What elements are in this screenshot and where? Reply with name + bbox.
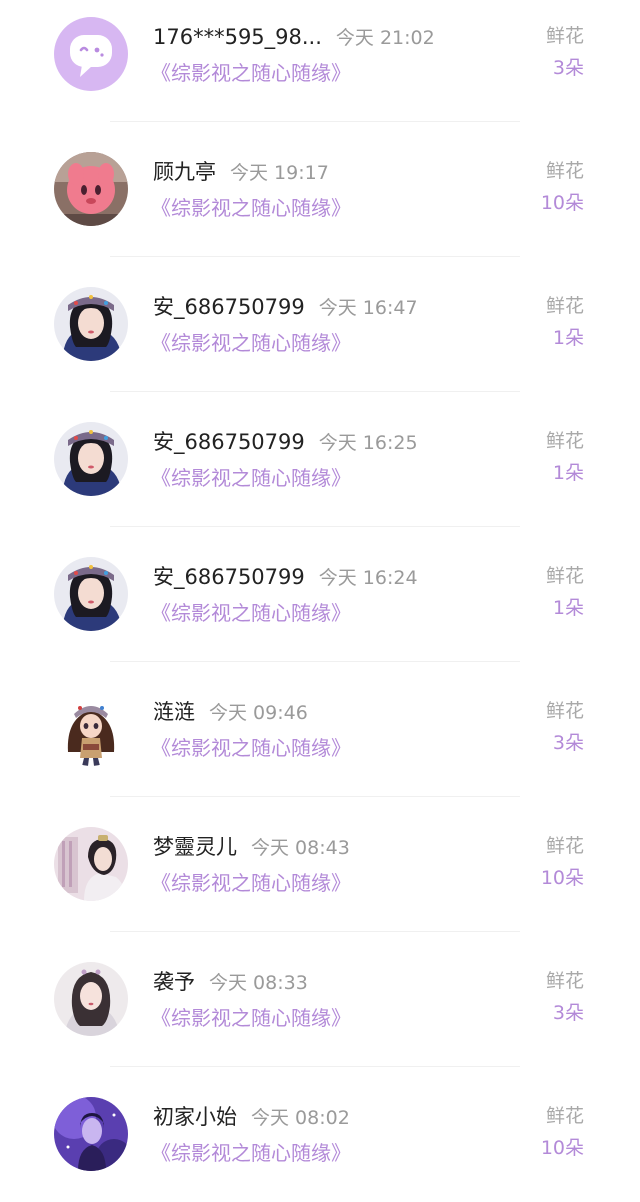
timestamp: 今天 08:02 [251,1107,350,1129]
user-name: 安_686750799 [153,565,305,589]
user-name: 顾九亭 [153,160,216,184]
list-item[interactable]: 梦靈灵儿 今天 08:43 《综影视之随心随缘》 鲜花 10朵 [0,797,640,932]
work-title-link[interactable]: 《综影视之随心随缘》 [151,1139,351,1167]
timestamp: 今天 21:02 [335,27,435,49]
list-item[interactable]: 176***595_98... 今天 21:02 《综影视之随心随缘》 鲜花 3朵 [0,0,640,122]
list-item[interactable]: 安_686750799 今天 16:25 《综影视之随心随缘》 鲜花 1朵 [0,392,640,527]
user-name: 袭予 [153,970,195,994]
timestamp: 今天 16:25 [318,432,418,454]
user-name: 安_686750799 [153,295,305,319]
pink-plush-photo[interactable] [54,152,128,226]
gift-type-label: 鲜花 [545,970,584,992]
user-name: 初家小始 [153,1105,237,1129]
ancient-woman-illustration[interactable] [54,962,128,1036]
user-name: 梦靈灵儿 [153,835,237,859]
costume-man-photo[interactable] [54,827,128,901]
list-item[interactable]: 袭予 今天 08:33 《综影视之随心随缘》 鲜花 3朵 [0,932,640,1067]
timestamp: 今天 08:43 [251,837,350,859]
gift-type-label: 鲜花 [545,295,584,317]
default-avatar-icon[interactable] [54,17,128,91]
work-title-link[interactable]: 《综影视之随心随缘》 [151,599,351,627]
work-title-link[interactable]: 《综影视之随心随缘》 [151,1004,351,1032]
gift-count: 10朵 [540,192,584,214]
timestamp: 今天 16:24 [318,567,418,589]
user-name: 176***595_98... [153,25,322,49]
list-item[interactable]: 安_686750799 今天 16:47 《综影视之随心随缘》 鲜花 1朵 [0,257,640,392]
work-title-link[interactable]: 《综影视之随心随缘》 [151,464,351,492]
gift-count: 3朵 [552,57,584,79]
gift-count: 1朵 [552,462,584,484]
work-title-link[interactable]: 《综影视之随心随缘》 [151,329,351,357]
work-title-link[interactable]: 《综影视之随心随缘》 [151,59,351,87]
gift-count: 3朵 [552,732,584,754]
list-item[interactable]: 初家小始 今天 08:02 《综影视之随心随缘》 鲜花 10朵 [0,1067,640,1202]
work-title-link[interactable]: 《综影视之随心随缘》 [151,734,351,762]
gift-count: 1朵 [552,597,584,619]
user-name: 安_686750799 [153,430,305,454]
list-item[interactable]: 涟涟 今天 09:46 《综影视之随心随缘》 鲜花 3朵 [0,662,640,797]
gift-count: 10朵 [540,867,584,889]
gift-count: 3朵 [552,1002,584,1024]
list-item[interactable]: 安_686750799 今天 16:24 《综影视之随心随缘》 鲜花 1朵 [0,527,640,662]
gift-type-label: 鲜花 [545,25,584,47]
user-name: 涟涟 [153,700,195,724]
work-title-link[interactable]: 《综影视之随心随缘》 [151,869,351,897]
timestamp: 今天 08:33 [209,972,308,994]
purple-figure-illustration[interactable] [54,1097,128,1171]
gift-type-label: 鲜花 [545,160,584,182]
girl-portrait-photo[interactable] [54,557,128,631]
list-item[interactable]: 顾九亭 今天 19:17 《综影视之随心随缘》 鲜花 10朵 [0,122,640,257]
work-title-link[interactable]: 《综影视之随心随缘》 [151,194,351,222]
girl-portrait-photo[interactable] [54,287,128,361]
gift-type-label: 鲜花 [545,700,584,722]
girl-portrait-photo[interactable] [54,422,128,496]
gift-type-label: 鲜花 [545,565,584,587]
gift-count: 1朵 [552,327,584,349]
gift-list: 176***595_98... 今天 21:02 《综影视之随心随缘》 鲜花 3朵… [0,0,640,1184]
gift-type-label: 鲜花 [545,835,584,857]
cartoon-girl-photo[interactable] [54,692,128,766]
gift-count: 10朵 [540,1137,584,1159]
gift-type-label: 鲜花 [545,1105,584,1127]
timestamp: 今天 16:47 [318,297,418,319]
timestamp: 今天 19:17 [230,162,329,184]
timestamp: 今天 09:46 [209,702,308,724]
gift-type-label: 鲜花 [545,430,584,452]
